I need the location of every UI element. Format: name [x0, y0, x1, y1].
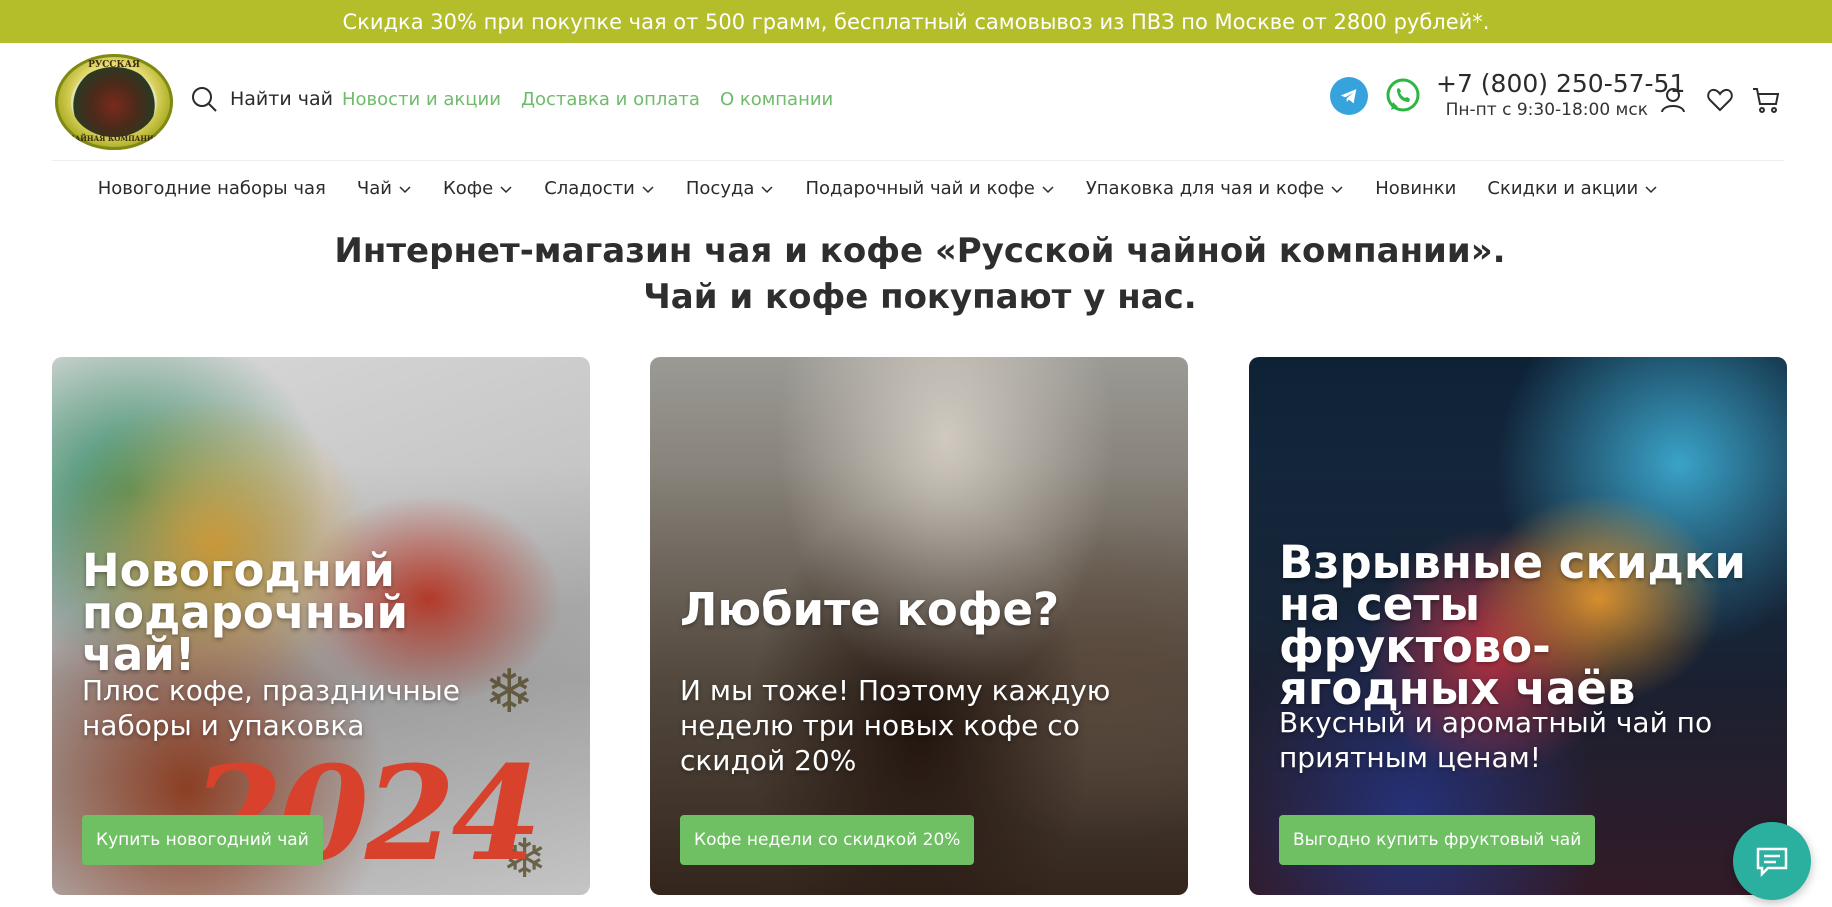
telegram-button[interactable]	[1330, 77, 1368, 115]
nav-item-label: Упаковка для чая и кофе	[1085, 178, 1325, 199]
heart-icon	[1707, 88, 1733, 112]
chevron-down-icon	[1331, 185, 1343, 193]
card-title: Любите кофе?	[680, 583, 1060, 636]
logo-text-bottom: ЧАЙНАЯ КОМПАНИЯ	[68, 134, 160, 143]
nav-item[interactable]: Упаковка для чая и кофе	[1086, 178, 1344, 199]
logo-emblem	[71, 67, 157, 137]
buy-new-year-tea-button[interactable]: Купить новогодний чай	[82, 815, 323, 865]
search-icon	[192, 87, 217, 112]
search-label: Найти чай	[230, 88, 333, 110]
header: РУССКАЯ ЧАЙНАЯ КОМПАНИЯ Найти чай Новост…	[52, 43, 1784, 161]
chevron-down-icon	[500, 185, 512, 193]
nav-item[interactable]: Новогодние наборы чая	[98, 178, 326, 199]
promo-card-coffee[interactable]: Любите кофе? И мы тоже! Поэтому каждую н…	[650, 357, 1188, 895]
nav-item-label: Скидки и акции	[1487, 178, 1639, 199]
whatsapp-icon	[1386, 78, 1420, 112]
telegram-icon	[1340, 89, 1357, 104]
phone-block: +7 (800) 250-57-51 Пн-пт с 9:30-18:00 мс…	[1436, 69, 1685, 120]
link-news[interactable]: Новости и акции	[342, 89, 501, 110]
nav-item-label: Подарочный чай и кофе	[805, 178, 1035, 199]
user-icon	[1661, 88, 1685, 113]
nav-item-label: Кофе	[442, 178, 494, 199]
nav-item-label: Сладости	[544, 178, 635, 199]
cart-button[interactable]	[1751, 85, 1781, 115]
link-delivery[interactable]: Доставка и оплата	[521, 89, 700, 110]
nav-item[interactable]: Новинки	[1375, 178, 1456, 199]
search-button[interactable]: Найти чай	[190, 85, 333, 113]
nav-item-label: Посуда	[685, 178, 755, 199]
chat-icon	[1756, 847, 1788, 878]
card-image-year: 2024	[192, 737, 542, 890]
promo-text: Скидка 30% при покупке чая от 500 грамм,…	[342, 9, 1490, 34]
chevron-down-icon	[761, 185, 773, 193]
nav-item[interactable]: Скидки и акции	[1487, 178, 1658, 199]
whatsapp-button[interactable]	[1384, 77, 1422, 115]
page-title: Интернет-магазин чая и кофе «Русской чай…	[0, 228, 1832, 320]
nav-item[interactable]: Сладости	[544, 178, 655, 199]
nav-items: Новогодние наборы чая Чай Кофе Сладости Посу…	[98, 178, 1659, 199]
top-links: Новости и акции Доставка и оплата О комп…	[342, 89, 833, 110]
card-title: Новогодний подарочный чай!	[82, 544, 409, 681]
card-title: Взрывные скидки на сеты фруктово-ягодных…	[1279, 536, 1746, 715]
cart-icon	[1753, 88, 1780, 113]
phone-number[interactable]: +7 (800) 250-57-51	[1436, 69, 1685, 98]
chevron-down-icon	[1645, 185, 1657, 193]
chat-button[interactable]	[1733, 822, 1811, 900]
card-text: Плюс кофе, праздничные наборы и упаковка	[82, 674, 460, 742]
nav-item[interactable]: Чай	[357, 178, 412, 199]
favorites-button[interactable]	[1705, 85, 1735, 115]
nav-item[interactable]: Подарочный чай и кофе	[805, 178, 1054, 199]
logo-text-top: РУССКАЯ	[88, 60, 140, 70]
chevron-down-icon	[1042, 185, 1054, 193]
nav-item-label: Новогодние наборы чая	[97, 178, 326, 199]
nav-item-label: Чай	[356, 178, 392, 199]
chevron-down-icon	[642, 185, 654, 193]
promo-card-new-year[interactable]: ❄ ❄ 2024 Новогодний подарочный чай! Плюс…	[52, 357, 590, 895]
page-title-line2: Чай и кофе покупают у нас.	[643, 277, 1197, 317]
account-button[interactable]	[1658, 85, 1688, 115]
logo[interactable]: РУССКАЯ ЧАЙНАЯ КОМПАНИЯ	[55, 54, 173, 150]
main-nav: Новогодние наборы чая Чай Кофе Сладости Посу…	[0, 161, 1832, 216]
working-hours: Пн-пт с 9:30-18:00 мск	[1445, 100, 1648, 120]
nav-item[interactable]: Посуда	[686, 178, 775, 199]
promo-bar: Скидка 30% при покупке чая от 500 грамм,…	[0, 0, 1832, 43]
coffee-of-week-button[interactable]: Кофе недели со скидкой 20%	[680, 815, 975, 865]
buy-fruit-tea-button[interactable]: Выгодно купить фруктовый чай	[1279, 815, 1596, 865]
nav-item-label: Новинки	[1375, 178, 1457, 199]
nav-item[interactable]: Кофе	[443, 178, 513, 199]
card-text: И мы тоже! Поэтому каждую неделю три нов…	[680, 674, 1111, 777]
chevron-down-icon	[399, 185, 411, 193]
card-text: Вкусный и ароматный чай по приятным цена…	[1279, 706, 1713, 774]
link-about[interactable]: О компании	[720, 89, 833, 110]
page-title-line1: Интернет-магазин чая и кофе «Русской чай…	[334, 231, 1506, 271]
promo-card-fruit-tea[interactable]: Взрывные скидки на сеты фруктово-ягодных…	[1249, 357, 1787, 895]
